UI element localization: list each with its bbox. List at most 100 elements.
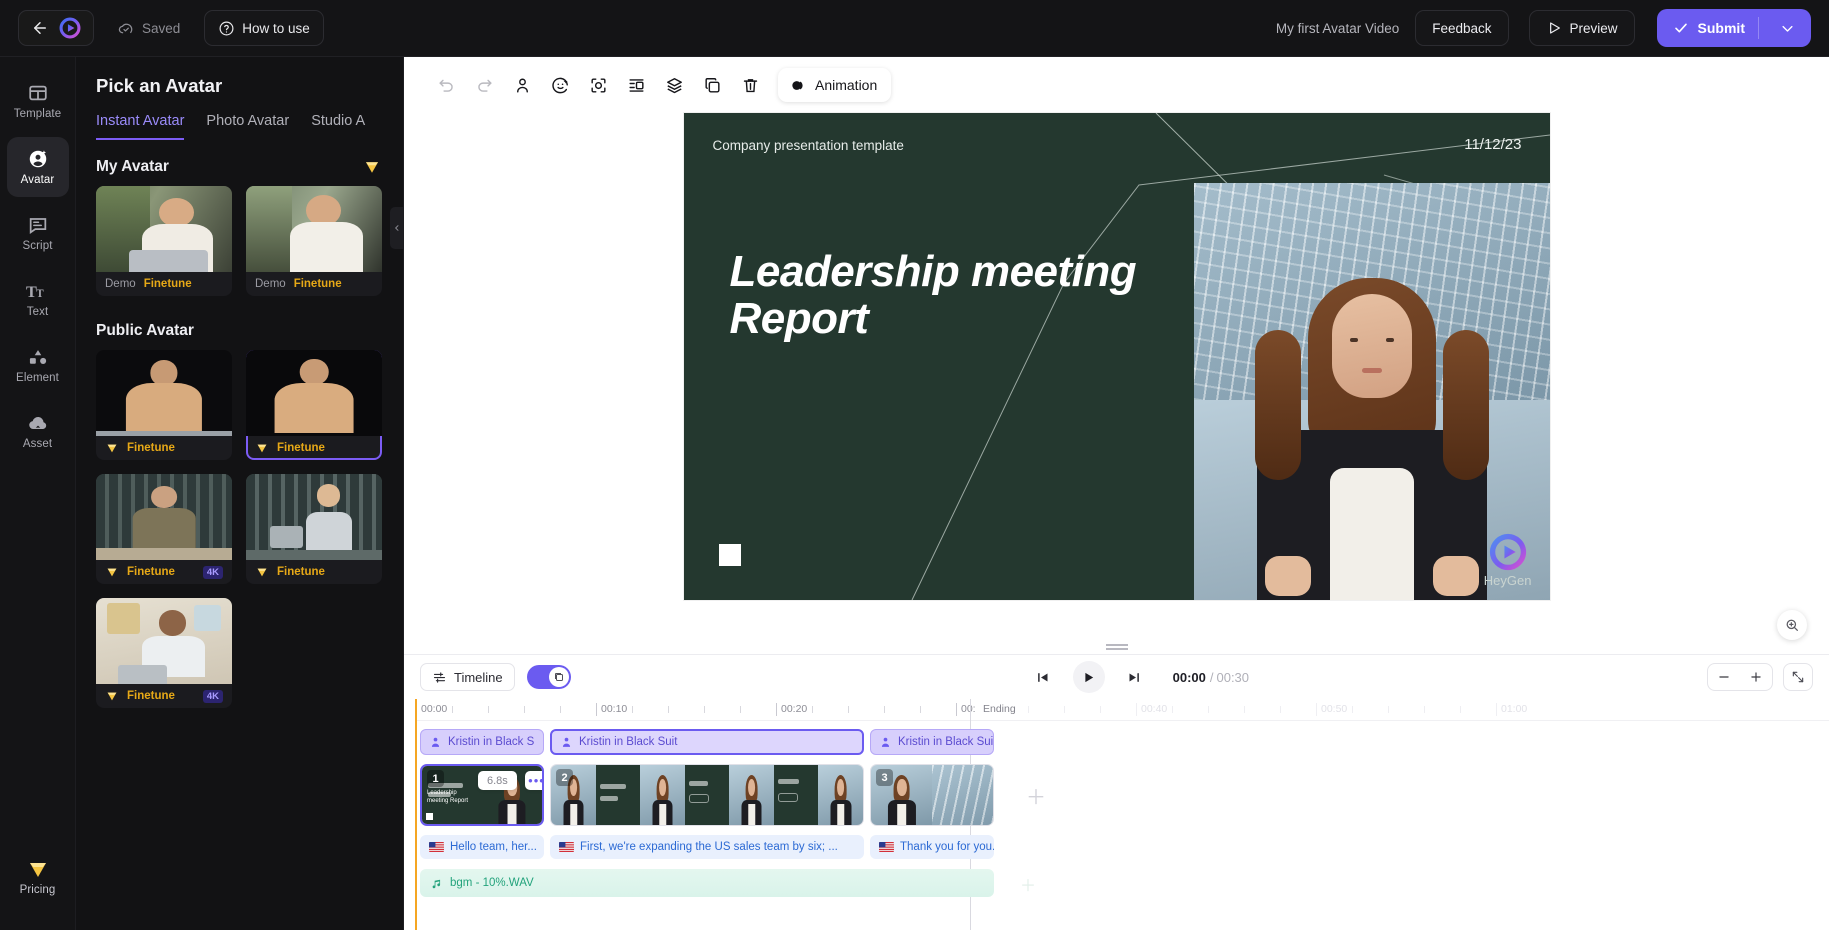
avatar-card[interactable]: Finetune bbox=[246, 474, 382, 584]
skip-to-start-button[interactable] bbox=[1029, 663, 1057, 691]
ruler-tick bbox=[668, 706, 669, 713]
zoom-out-button[interactable] bbox=[1708, 664, 1740, 690]
zoom-in-button[interactable] bbox=[1740, 664, 1772, 690]
layers-button[interactable] bbox=[658, 69, 690, 101]
how-to-use-button[interactable]: How to use bbox=[204, 10, 324, 46]
feedback-label: Feedback bbox=[1432, 21, 1491, 36]
audio-label: bgm - 10%.WAV bbox=[450, 877, 534, 889]
scene-clip[interactable]: 2 bbox=[550, 764, 864, 826]
avatar-icon bbox=[27, 148, 49, 170]
smiley-icon bbox=[551, 76, 570, 95]
chevron-left-icon bbox=[393, 222, 401, 234]
avatar-hand-left bbox=[1265, 556, 1311, 596]
scene-view-toggle[interactable] bbox=[527, 665, 571, 689]
cloud-check-icon bbox=[118, 20, 135, 37]
caption-clip[interactable]: Thank you for you... bbox=[870, 835, 994, 859]
skip-to-end-button[interactable] bbox=[1121, 663, 1149, 691]
avatar-clip[interactable]: Kristin in Black Suit bbox=[870, 729, 994, 755]
us-flag-icon bbox=[879, 842, 894, 852]
avatar-card[interactable]: Demo Finetune bbox=[96, 186, 232, 296]
time-display: 00:00 / 00:30 bbox=[1173, 670, 1249, 685]
caption-clip[interactable]: Hello team, her... bbox=[420, 835, 544, 859]
preview-button[interactable]: Preview bbox=[1529, 10, 1635, 46]
skip-end-icon bbox=[1127, 670, 1142, 685]
ruler-tick bbox=[560, 706, 561, 713]
ruler-label: 00:50 bbox=[1316, 703, 1347, 716]
duplicate-button[interactable] bbox=[696, 69, 728, 101]
scene-clip[interactable]: 3 bbox=[870, 764, 994, 826]
video-canvas[interactable]: Company presentation template 11/12/23 L… bbox=[684, 113, 1550, 600]
avatar-card[interactable]: Demo Finetune bbox=[246, 186, 382, 296]
scene-duration[interactable]: 6.8s bbox=[478, 771, 517, 790]
avatar-tool-button[interactable] bbox=[506, 69, 538, 101]
timeline-panel: Timeline bbox=[404, 654, 1829, 930]
sidebar-item-pricing[interactable]: Pricing bbox=[7, 848, 69, 908]
timeline-icon bbox=[432, 670, 447, 685]
canvas-area: Animation Company presentation template … bbox=[404, 57, 1829, 640]
tab-studio-avatar[interactable]: Studio A bbox=[311, 113, 365, 140]
panel-collapse-button[interactable] bbox=[390, 207, 404, 249]
tab-photo-avatar[interactable]: Photo Avatar bbox=[206, 113, 289, 140]
sidebar-item-template[interactable]: Template bbox=[7, 71, 69, 131]
ruler-tick bbox=[1424, 706, 1425, 713]
avatar-clip[interactable]: Kristin in Black S bbox=[420, 729, 544, 755]
sidebar-label-avatar: Avatar bbox=[21, 174, 55, 186]
panel-splitter[interactable] bbox=[404, 640, 1829, 654]
canvas-title-line2: Report bbox=[730, 295, 1137, 342]
undo-button[interactable] bbox=[430, 69, 462, 101]
sidebar-item-script[interactable]: Script bbox=[7, 203, 69, 263]
canvas-zoom-button[interactable] bbox=[1777, 610, 1807, 640]
sidebar-label-text: Text bbox=[27, 306, 49, 318]
submit-button[interactable]: Submit bbox=[1657, 9, 1811, 47]
public-avatar-title: Public Avatar bbox=[96, 322, 194, 340]
fit-to-screen-button[interactable] bbox=[1783, 663, 1813, 691]
avatar-card[interactable]: Finetune 4K bbox=[96, 474, 232, 584]
timeline-ruler[interactable]: 00:00 00:10 00:20 bbox=[416, 699, 1829, 721]
scene-more-button[interactable]: ••• bbox=[525, 771, 544, 790]
timeline-mode-button[interactable]: Timeline bbox=[420, 663, 515, 691]
sidebar-item-avatar[interactable]: Avatar bbox=[7, 137, 69, 197]
play-button[interactable] bbox=[1073, 661, 1105, 693]
avatar-card-tags: Finetune bbox=[246, 436, 382, 460]
frame-text-line bbox=[600, 796, 618, 801]
frame-shirt bbox=[897, 804, 907, 825]
playhead[interactable] bbox=[415, 699, 417, 930]
sidebar-item-text[interactable]: TT Text bbox=[7, 269, 69, 329]
avatar-card[interactable]: Finetune bbox=[96, 350, 232, 460]
avatar-card[interactable]: Finetune bbox=[246, 350, 382, 460]
diamond-icon bbox=[255, 567, 269, 578]
delete-button[interactable] bbox=[734, 69, 766, 101]
app-header: Saved How to use My first Avatar Video F… bbox=[0, 0, 1829, 57]
scene-clip[interactable]: Leadership meeting Report 1 6.8s ••• bbox=[420, 764, 544, 826]
timeline-label: Timeline bbox=[454, 670, 503, 685]
feedback-button[interactable]: Feedback bbox=[1415, 10, 1508, 46]
back-and-logo[interactable] bbox=[18, 10, 94, 46]
project-title[interactable]: My first Avatar Video bbox=[1276, 21, 1399, 36]
expression-button[interactable] bbox=[544, 69, 576, 101]
avatar-figure bbox=[1237, 270, 1507, 600]
caption-clip[interactable]: First, we're expanding the US sales team… bbox=[550, 835, 864, 859]
diamond-icon bbox=[26, 860, 50, 880]
add-scene-button[interactable]: ＋ bbox=[1026, 788, 1046, 808]
sidebar-item-asset[interactable]: Asset bbox=[7, 401, 69, 461]
ruler-tick bbox=[632, 706, 633, 713]
body-row: Template Avatar Script TT Text Element A… bbox=[0, 57, 1829, 930]
animation-button[interactable]: Animation bbox=[778, 68, 891, 102]
watermark: HeyGen bbox=[1484, 533, 1532, 588]
time-separator: / bbox=[1210, 670, 1214, 685]
submit-dropdown-button[interactable] bbox=[1768, 21, 1807, 36]
redo-button[interactable] bbox=[468, 69, 500, 101]
tab-instant-avatar[interactable]: Instant Avatar bbox=[96, 113, 184, 140]
scene-track: Leadership meeting Report 1 6.8s ••• bbox=[416, 764, 1829, 826]
focus-frame-button[interactable] bbox=[582, 69, 614, 101]
canvas-title[interactable]: Leadership meeting Report bbox=[730, 248, 1137, 342]
canvas-eyebrow-text: Company presentation template bbox=[713, 138, 904, 153]
scene-badge bbox=[426, 813, 433, 820]
avatar-card[interactable]: Finetune 4K bbox=[96, 598, 232, 708]
align-button[interactable] bbox=[620, 69, 652, 101]
preview-label: Preview bbox=[1570, 21, 1618, 36]
arrow-left-icon[interactable] bbox=[31, 19, 49, 37]
audio-clip[interactable]: bgm - 10%.WAV bbox=[420, 869, 994, 897]
avatar-clip[interactable]: Kristin in Black Suit bbox=[550, 729, 864, 755]
sidebar-item-element[interactable]: Element bbox=[7, 335, 69, 395]
